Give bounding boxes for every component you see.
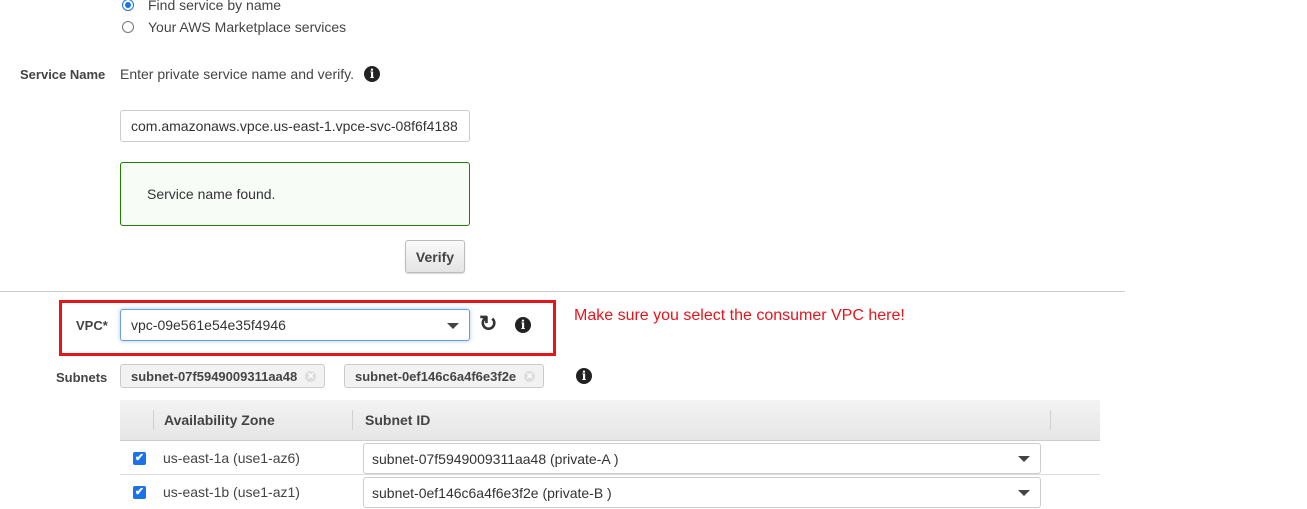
- availability-zone: us-east-1a (use1-az6): [163, 450, 300, 466]
- remove-icon[interactable]: ✕: [524, 370, 536, 382]
- subnet-chip[interactable]: subnet-07f5949009311aa48 ✕: [120, 364, 326, 388]
- info-icon[interactable]: i: [364, 66, 380, 82]
- verify-button[interactable]: Verify: [405, 240, 465, 273]
- radio-marketplace-services[interactable]: Your AWS Marketplace services: [122, 19, 346, 35]
- column-separator: [153, 410, 154, 430]
- subnet-chip-label: subnet-0ef146c6a4f6e3f2e: [355, 368, 517, 384]
- service-name-hint: Enter private service name and verify.: [120, 66, 354, 82]
- table-row: ✔ us-east-1b (use1-az1) subnet-0ef146c6a…: [120, 475, 1100, 509]
- subnet-select[interactable]: subnet-07f5949009311aa48 (private-A ): [363, 443, 1041, 474]
- row-checkbox[interactable]: ✔: [133, 486, 146, 499]
- subnets-table-header: Availability Zone Subnet ID: [120, 400, 1100, 441]
- subnet-select-value: subnet-0ef146c6a4f6e3f2e (private-B ): [372, 484, 612, 501]
- radio-label: Your AWS Marketplace services: [148, 19, 347, 35]
- vpc-selected-value: vpc-09e561e54e35f4946: [131, 317, 286, 333]
- service-found-alert: Service name found.: [120, 162, 470, 226]
- availability-zone: us-east-1b (use1-az1): [163, 484, 300, 500]
- vpc-select[interactable]: vpc-09e561e54e35f4946: [120, 309, 470, 341]
- service-name-input[interactable]: com.amazonaws.vpce.us-east-1.vpce-svc-08…: [120, 110, 470, 142]
- info-icon[interactable]: i: [515, 317, 531, 333]
- column-separator: [352, 410, 353, 430]
- subnets-label: Subnets: [56, 370, 108, 385]
- annotation-text: Make sure you select the consumer VPC he…: [574, 307, 905, 324]
- column-separator: [1050, 410, 1051, 430]
- verify-button-label: Verify: [415, 248, 455, 265]
- subnet-chip-label: subnet-07f5949009311aa48: [131, 368, 298, 384]
- info-icon[interactable]: i: [576, 368, 592, 384]
- radio-checked-icon[interactable]: [122, 0, 134, 11]
- row-checkbox[interactable]: ✔: [133, 452, 146, 465]
- service-name-value: com.amazonaws.vpce.us-east-1.vpce-svc-08…: [131, 118, 458, 134]
- radio-find-service-by-name[interactable]: Find service by name: [122, 0, 281, 13]
- refresh-icon[interactable]: ↻: [479, 313, 497, 335]
- section-divider: [0, 291, 1125, 292]
- subnet-select-value: subnet-07f5949009311aa48 (private-A ): [372, 450, 619, 467]
- vpc-label: VPC*: [76, 318, 108, 333]
- remove-icon[interactable]: ✕: [305, 370, 317, 382]
- radio-unchecked-icon[interactable]: [122, 21, 134, 33]
- chevron-down-icon: [447, 323, 459, 329]
- service-name-label: Service Name: [20, 67, 106, 82]
- chevron-down-icon: [1018, 456, 1030, 462]
- column-header-subnet-id[interactable]: Subnet ID: [365, 412, 430, 428]
- column-header-availability-zone[interactable]: Availability Zone: [164, 412, 275, 428]
- chevron-down-icon: [1018, 490, 1030, 496]
- radio-label: Find service by name: [148, 0, 282, 13]
- table-row: ✔ us-east-1a (use1-az6) subnet-07f594900…: [120, 441, 1100, 475]
- subnet-select[interactable]: subnet-0ef146c6a4f6e3f2e (private-B ): [363, 477, 1041, 508]
- service-found-message: Service name found.: [147, 186, 276, 202]
- subnet-chip[interactable]: subnet-0ef146c6a4f6e3f2e ✕: [344, 364, 545, 388]
